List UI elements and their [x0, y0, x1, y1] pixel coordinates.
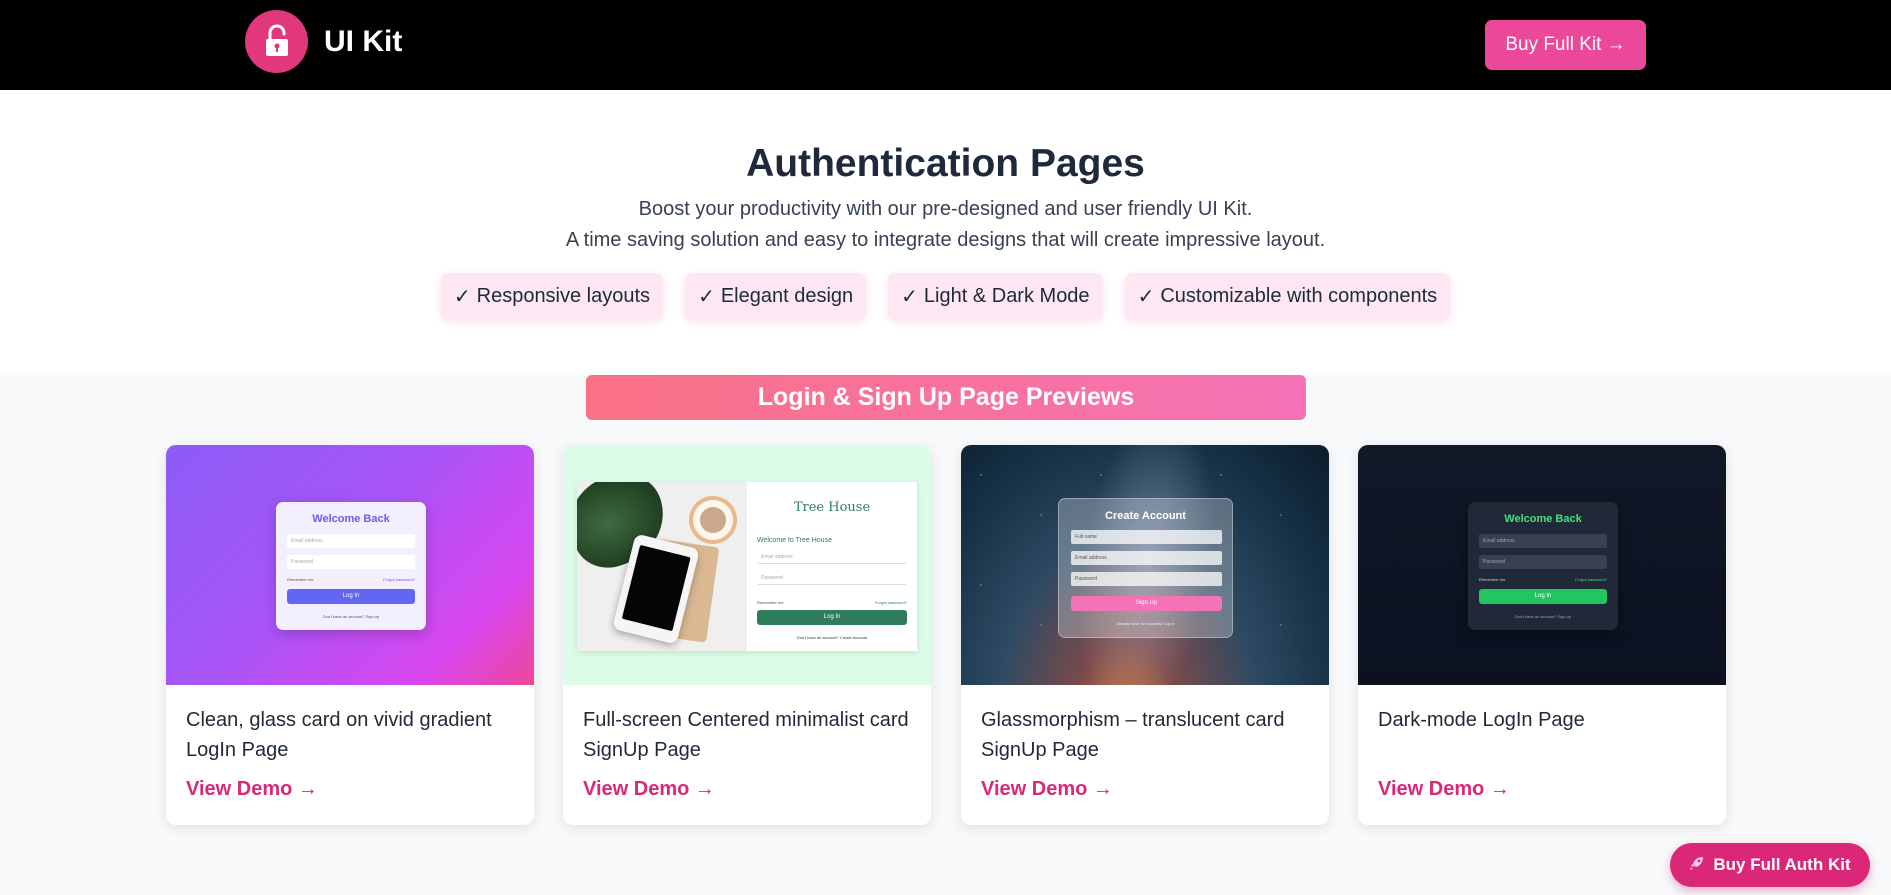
check-icon: ✓ — [1137, 285, 1155, 308]
card-desc-line2: SignUp Page — [981, 739, 1099, 761]
card-desc-line1: Full-screen Centered minimalist card — [583, 709, 909, 731]
hero-subtitle-line2: A time saving solution and easy to integ… — [565, 229, 1326, 251]
mini-remember: Remember me — [757, 600, 784, 605]
preview-card-dark-login[interactable]: Welcome Back Email address Password Reme… — [1358, 445, 1726, 825]
mini-login-card: Welcome Back Email address Password Reme… — [276, 502, 426, 630]
mini-footer: Already have an account? Log in — [1116, 621, 1175, 626]
preview-image[interactable]: Create Account Full name Email address P… — [961, 445, 1329, 685]
feature-badge: ✓ Customizable with components — [1124, 273, 1451, 319]
feature-badge: ✓ Light & Dark Mode — [888, 273, 1103, 319]
top-navbar: UI Kit Buy Full Kit → — [0, 0, 1891, 90]
check-icon: ✓ — [901, 285, 918, 308]
card-desc-line1: Dark-mode LogIn Page — [1378, 709, 1585, 731]
mini-forgot: Forgot password? — [382, 577, 415, 582]
card-desc-line2: LogIn Page — [186, 739, 289, 761]
check-icon: ✓ — [698, 285, 715, 308]
mini-signup-button: Sign Up — [1071, 596, 1222, 611]
buy-full-auth-kit-button[interactable]: Buy Full Auth Kit — [1670, 843, 1870, 887]
buy-full-kit-button[interactable]: Buy Full Kit → — [1485, 20, 1646, 70]
mini-password-field: Password — [1071, 572, 1222, 586]
page-title: Authentication Pages — [746, 142, 1145, 185]
floating-button-label: Buy Full Auth Kit — [1713, 855, 1851, 874]
mini-split-layout: Tree House Welcome to Tree House Email a… — [577, 482, 917, 651]
card-description: Dark-mode LogIn Page — [1378, 705, 1708, 735]
feature-label: Customizable with components — [1160, 284, 1438, 307]
mini-password-field: Password — [757, 571, 907, 585]
brand[interactable]: UI Kit — [245, 10, 402, 73]
view-demo-link[interactable]: View Demo → — [583, 778, 715, 801]
preview-image[interactable]: Tree House Welcome to Tree House Email a… — [563, 445, 931, 685]
mini-login-button: Log In — [287, 589, 415, 604]
card-desc-line2: SignUp Page — [583, 739, 701, 761]
card-description: Full-screen Centered minimalist card Sig… — [583, 705, 913, 765]
hero-section: Authentication Pages Boost your producti… — [0, 90, 1891, 375]
preview-image[interactable]: Welcome Back Email address Password Reme… — [1358, 445, 1726, 685]
preview-card-gradient-login[interactable]: Welcome Back Email address Password Reme… — [166, 445, 534, 825]
mini-email-field: Email address — [287, 534, 415, 548]
mini-title: Create Account — [1105, 510, 1186, 522]
feature-label: Elegant design — [720, 284, 854, 307]
mini-forgot: Forgot password? — [1574, 577, 1607, 582]
mini-email-field: Email address — [1479, 534, 1607, 548]
preview-card-glass-signup[interactable]: Create Account Full name Email address P… — [961, 445, 1329, 825]
brand-name: UI Kit — [324, 24, 403, 58]
mini-signup-card: Create Account Full name Email address P… — [1058, 498, 1233, 638]
feature-badge: ✓ Elegant design — [685, 273, 867, 319]
preview-image[interactable]: Welcome Back Email address Password Reme… — [166, 445, 534, 685]
coffee-cup-graphic — [693, 500, 733, 540]
mini-email-field: Email address — [757, 550, 907, 564]
mini-name-field: Full name — [1071, 530, 1222, 544]
card-description: Clean, glass card on vivid gradient LogI… — [186, 705, 516, 765]
rocket-icon — [1689, 855, 1705, 876]
mini-email-field: Email address — [1071, 551, 1222, 565]
view-demo-link[interactable]: View Demo → — [1378, 778, 1510, 801]
mini-remember: Remember me — [1479, 577, 1506, 582]
mini-welcome: Welcome to Tree House — [757, 537, 832, 544]
mini-footer: Don't have an account? Sign up — [322, 614, 380, 619]
card-description: Glassmorphism – translucent card SignUp … — [981, 705, 1311, 765]
mini-title: Tree House — [793, 500, 871, 515]
mini-title: Welcome Back — [312, 513, 390, 525]
mini-password-field: Password — [1479, 555, 1607, 569]
desk-photo — [577, 482, 747, 651]
feature-badge: ✓ Responsive layouts — [440, 273, 664, 319]
mini-login-button: Log In — [757, 610, 907, 625]
mini-forgot: Forgot password? — [874, 600, 907, 605]
view-demo-link[interactable]: View Demo → — [186, 778, 318, 801]
view-demo-link[interactable]: View Demo → — [981, 778, 1113, 801]
card-desc-line1: Glassmorphism – translucent card — [981, 709, 1285, 731]
mini-footer: Don't have an account? Create Account — [796, 635, 868, 640]
feature-label: Responsive layouts — [476, 284, 651, 307]
mini-password-field: Password — [287, 555, 415, 569]
mini-login-button: Log In — [1479, 589, 1607, 604]
feature-list: ✓ Responsive layouts ✓ Elegant design ✓ Lig… — [0, 273, 1891, 319]
check-icon: ✓ — [453, 285, 471, 308]
mini-title: Welcome Back — [1504, 513, 1582, 525]
unlock-icon — [245, 10, 308, 73]
mini-footer: Don't have an account? Sign up — [1514, 614, 1572, 619]
hero-subtitle-line1: Boost your productivity with our pre-des… — [638, 198, 1253, 220]
card-desc-line1: Clean, glass card on vivid gradient — [186, 709, 492, 731]
mini-login-card: Welcome Back Email address Password Reme… — [1468, 502, 1618, 630]
preview-card-treehouse-signup[interactable]: Tree House Welcome to Tree House Email a… — [563, 445, 931, 825]
section-title: Login & Sign Up Page Previews — [586, 375, 1306, 420]
mini-form-panel: Tree House Welcome to Tree House Email a… — [747, 482, 917, 651]
feature-label: Light & Dark Mode — [923, 284, 1090, 307]
mini-remember: Remember me — [287, 577, 314, 582]
